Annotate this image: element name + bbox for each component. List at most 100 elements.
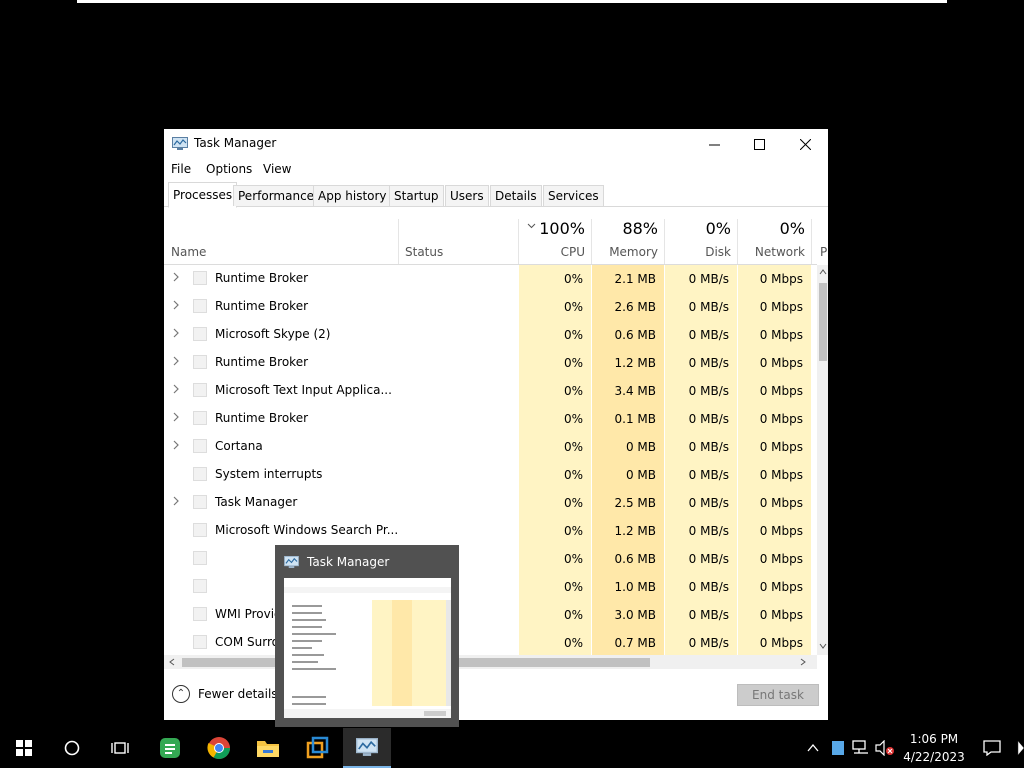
task-manager-window[interactable]: Task Manager File Options View Processes… — [164, 129, 828, 720]
fewer-details-link[interactable]: Fewer details — [198, 687, 278, 701]
column-header-disk[interactable]: 0% Disk — [665, 215, 737, 265]
cpu-cell: 0% — [519, 573, 591, 601]
network-cell: 0 Mbps — [738, 517, 811, 545]
chevron-right-icon[interactable] — [173, 440, 183, 452]
disk-cell: 0 MB/s — [665, 601, 737, 629]
show-hidden-icons-button[interactable] — [803, 728, 823, 768]
chevron-right-icon[interactable] — [173, 496, 183, 508]
memory-cell: 3.0 MB — [592, 601, 664, 629]
column-header-power[interactable]: P — [812, 215, 828, 265]
horizontal-scrollbar[interactable] — [164, 655, 817, 669]
clock[interactable]: 1:06 PM 4/22/2023 — [899, 728, 969, 768]
process-icon — [193, 355, 207, 369]
disk-cell: 0 MB/s — [665, 377, 737, 405]
column-header-network[interactable]: 0% Network — [738, 215, 811, 265]
network-cell: 0 Mbps — [738, 433, 811, 461]
minimize-button[interactable] — [691, 129, 737, 159]
disk-cell: 0 MB/s — [665, 517, 737, 545]
tab-users[interactable]: Users — [445, 185, 489, 206]
tab-startup[interactable]: Startup — [389, 185, 444, 206]
show-desktop-button[interactable] — [1016, 728, 1024, 768]
scroll-right-icon[interactable] — [800, 658, 806, 666]
cpu-cell: 0% — [519, 349, 591, 377]
scroll-down-icon[interactable] — [819, 643, 827, 649]
task-view-button[interactable] — [96, 728, 144, 768]
process-icon — [193, 523, 207, 537]
table-row[interactable]: Runtime Broker 0% 1.2 MB 0 MB/s 0 Mbps — [164, 349, 817, 377]
tab-performance[interactable]: Performance — [233, 185, 320, 206]
menu-file[interactable]: File — [171, 162, 191, 176]
cpu-cell: 0% — [519, 545, 591, 573]
volume-muted-icon — [875, 740, 894, 756]
table-row[interactable]: Cortana 0% 0 MB 0 MB/s 0 Mbps — [164, 433, 817, 461]
background-window-edge — [77, 0, 947, 3]
column-power-label: P — [820, 245, 828, 259]
cpu-label: CPU — [560, 245, 585, 259]
process-icon — [193, 495, 207, 509]
column-header-status[interactable]: Status — [399, 215, 517, 265]
tab-app-history[interactable]: App history — [313, 185, 392, 206]
chevron-right-icon[interactable] — [173, 300, 183, 312]
chevron-right-icon[interactable] — [173, 384, 183, 396]
taskbar-app-task-manager[interactable] — [343, 728, 391, 768]
cpu-cell: 0% — [519, 433, 591, 461]
taskbar-app-virtualbox[interactable] — [293, 728, 341, 768]
chevron-right-icon[interactable] — [173, 328, 183, 340]
chevron-right-icon[interactable] — [173, 412, 183, 424]
taskbar-app-sheets[interactable] — [146, 728, 194, 768]
scroll-up-icon[interactable] — [819, 269, 827, 275]
table-row[interactable]: 0% 1.0 MB 0 MB/s 0 Mbps — [164, 573, 817, 601]
chevron-right-icon[interactable] — [173, 356, 183, 368]
table-row[interactable]: COM Surrogate 0% 0.7 MB 0 MB/s 0 Mbps — [164, 629, 817, 655]
start-button[interactable] — [0, 728, 48, 768]
network-icon — [852, 740, 868, 754]
table-row[interactable]: WMI Provider Host 0% 3.0 MB 0 MB/s 0 Mbps — [164, 601, 817, 629]
table-row[interactable]: Runtime Broker 0% 2.6 MB 0 MB/s 0 Mbps — [164, 293, 817, 321]
tray-app-button[interactable] — [828, 728, 848, 768]
sort-chevron-down-icon — [527, 223, 536, 229]
taskbar-thumbnail-preview[interactable]: Task Manager — [275, 545, 459, 727]
process-name: Microsoft Text Input Applica... — [215, 383, 392, 397]
cpu-cell: 0% — [519, 377, 591, 405]
volume-button[interactable] — [874, 728, 896, 768]
column-header-memory[interactable]: 88% Memory — [592, 215, 664, 265]
scroll-left-icon[interactable] — [169, 658, 175, 666]
table-row[interactable]: System interrupts 0% 0 MB 0 MB/s 0 Mbps — [164, 461, 817, 489]
table-row[interactable]: Runtime Broker 0% 0.1 MB 0 MB/s 0 Mbps — [164, 405, 817, 433]
table-row[interactable]: 0% 0.6 MB 0 MB/s 0 Mbps — [164, 545, 817, 573]
tab-strip: Processes Performance App history Startu… — [164, 182, 828, 208]
taskbar-app-file-explorer[interactable] — [244, 728, 292, 768]
cpu-cell: 0% — [519, 517, 591, 545]
footer: ⌃ Fewer details End task — [164, 677, 828, 720]
close-button[interactable] — [782, 129, 828, 159]
menu-view[interactable]: View — [263, 162, 291, 176]
table-row[interactable]: Microsoft Windows Search Pr... 0% 1.2 MB 0 … — [164, 517, 817, 545]
table-row[interactable]: Microsoft Skype (2) 0% 0.6 MB 0 MB/s 0 Mbps — [164, 321, 817, 349]
menu-options[interactable]: Options — [206, 162, 252, 176]
table-row[interactable]: Microsoft Text Input Applica... 0% 3.4 MB 0… — [164, 377, 817, 405]
search-button[interactable] — [48, 728, 96, 768]
end-task-button[interactable]: End task — [737, 684, 819, 706]
tab-processes[interactable]: Processes — [168, 182, 238, 208]
action-center-button[interactable] — [978, 728, 1006, 768]
disk-cell: 0 MB/s — [665, 461, 737, 489]
mouse-cursor-icon — [1017, 740, 1024, 756]
column-header-name[interactable]: Name — [164, 215, 397, 265]
tab-details[interactable]: Details — [490, 185, 542, 206]
cpu-cell: 0% — [519, 489, 591, 517]
table-row[interactable]: Task Manager 0% 2.5 MB 0 MB/s 0 Mbps — [164, 489, 817, 517]
vertical-scroll-thumb[interactable] — [819, 283, 827, 361]
taskbar-app-chrome[interactable] — [195, 728, 243, 768]
chevron-right-icon[interactable] — [173, 272, 183, 284]
network-button[interactable] — [850, 728, 874, 768]
title-bar[interactable]: Task Manager — [164, 129, 828, 159]
vertical-scrollbar[interactable] — [817, 265, 828, 655]
cpu-cell: 0% — [519, 405, 591, 433]
column-header-cpu[interactable]: 100% CPU — [519, 215, 591, 265]
cpu-cell: 0% — [519, 293, 591, 321]
virtualbox-icon — [306, 736, 329, 759]
tab-services[interactable]: Services — [543, 185, 604, 206]
table-row[interactable]: Runtime Broker 0% 2.1 MB 0 MB/s 0 Mbps — [164, 265, 817, 293]
maximize-button[interactable] — [736, 129, 782, 159]
chevron-up-icon[interactable]: ⌃ — [172, 685, 190, 703]
